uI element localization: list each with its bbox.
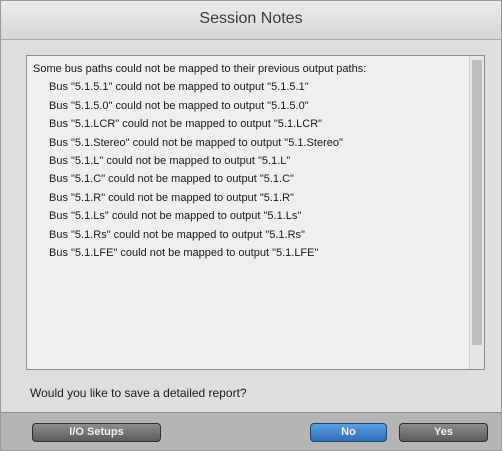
vertical-scrollbar[interactable] — [469, 56, 484, 369]
notes-header-line: Some bus paths could not be mapped to th… — [33, 63, 367, 75]
save-report-prompt: Would you like to save a detailed report… — [30, 386, 247, 400]
notes-line: Bus "5.1.LCR" could not be mapped to out… — [49, 118, 323, 131]
notes-line: Bus "5.1.C" could not be mapped to outpu… — [49, 173, 294, 186]
notes-line: Bus "5.1.L" could not be mapped to outpu… — [49, 154, 291, 167]
no-button[interactable]: No — [310, 423, 387, 442]
notes-text-area[interactable]: Some bus paths could not be mapped to th… — [26, 55, 485, 370]
notes-line: Bus "5.1.Rs" could not be mapped to outp… — [49, 228, 305, 241]
yes-button[interactable]: Yes — [399, 423, 488, 442]
io-setups-button[interactable]: I/O Setups — [32, 423, 161, 442]
notes-line: Bus "5.1.5.1" could not be mapped to out… — [49, 81, 309, 94]
dialog-title: Session Notes — [199, 10, 303, 27]
notes-line: Bus "5.1.Ls" could not be mapped to outp… — [49, 210, 302, 223]
session-notes-dialog: Session Notes Some bus paths could not b… — [0, 0, 502, 451]
scrollbar-thumb[interactable] — [472, 60, 482, 345]
notes-lines: Some bus paths could not be mapped to th… — [33, 60, 464, 262]
notes-line: Bus "5.1.5.0" could not be mapped to out… — [49, 99, 309, 112]
notes-line: Bus "5.1.R" could not be mapped to outpu… — [49, 191, 294, 204]
button-bar: I/O Setups No Yes — [1, 412, 501, 450]
notes-line: Bus "5.1.LFE" could not be mapped to out… — [49, 246, 319, 259]
title-bar[interactable]: Session Notes — [1, 1, 501, 40]
notes-line: Bus "5.1.Stereo" could not be mapped to … — [49, 136, 343, 149]
